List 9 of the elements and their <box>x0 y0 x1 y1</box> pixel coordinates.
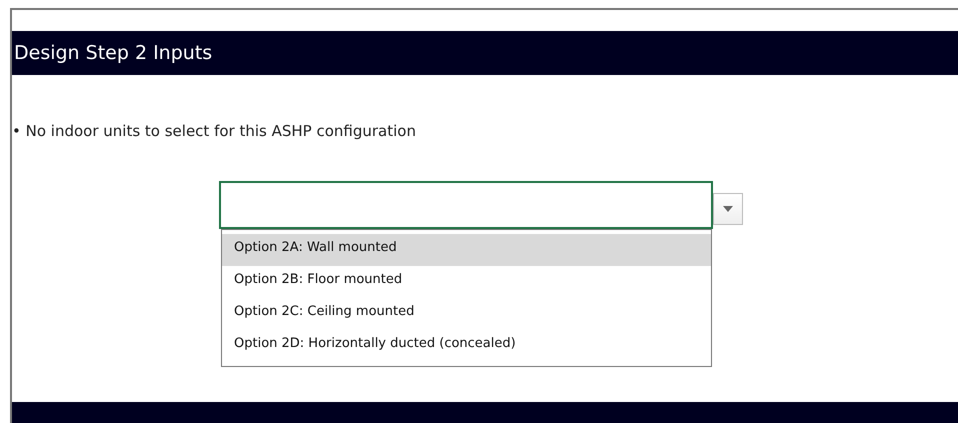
selected-cell[interactable] <box>219 181 713 229</box>
dropdown-option[interactable]: Option 2C: Ceiling mounted <box>222 298 711 330</box>
info-message: • No indoor units to select for this ASHP configuration <box>12 122 417 142</box>
section-title: Design Step 2 Inputs <box>14 42 212 64</box>
dropdown-option[interactable]: Option 2D: Horizontally ducted (concealed) <box>222 330 711 362</box>
dropdown-option[interactable]: Option 2A: Wall mounted <box>222 234 711 266</box>
dropdown-button[interactable] <box>713 193 743 225</box>
dropdown-option[interactable]: Option 2B: Floor mounted <box>222 266 711 298</box>
caret-icon <box>723 206 733 212</box>
